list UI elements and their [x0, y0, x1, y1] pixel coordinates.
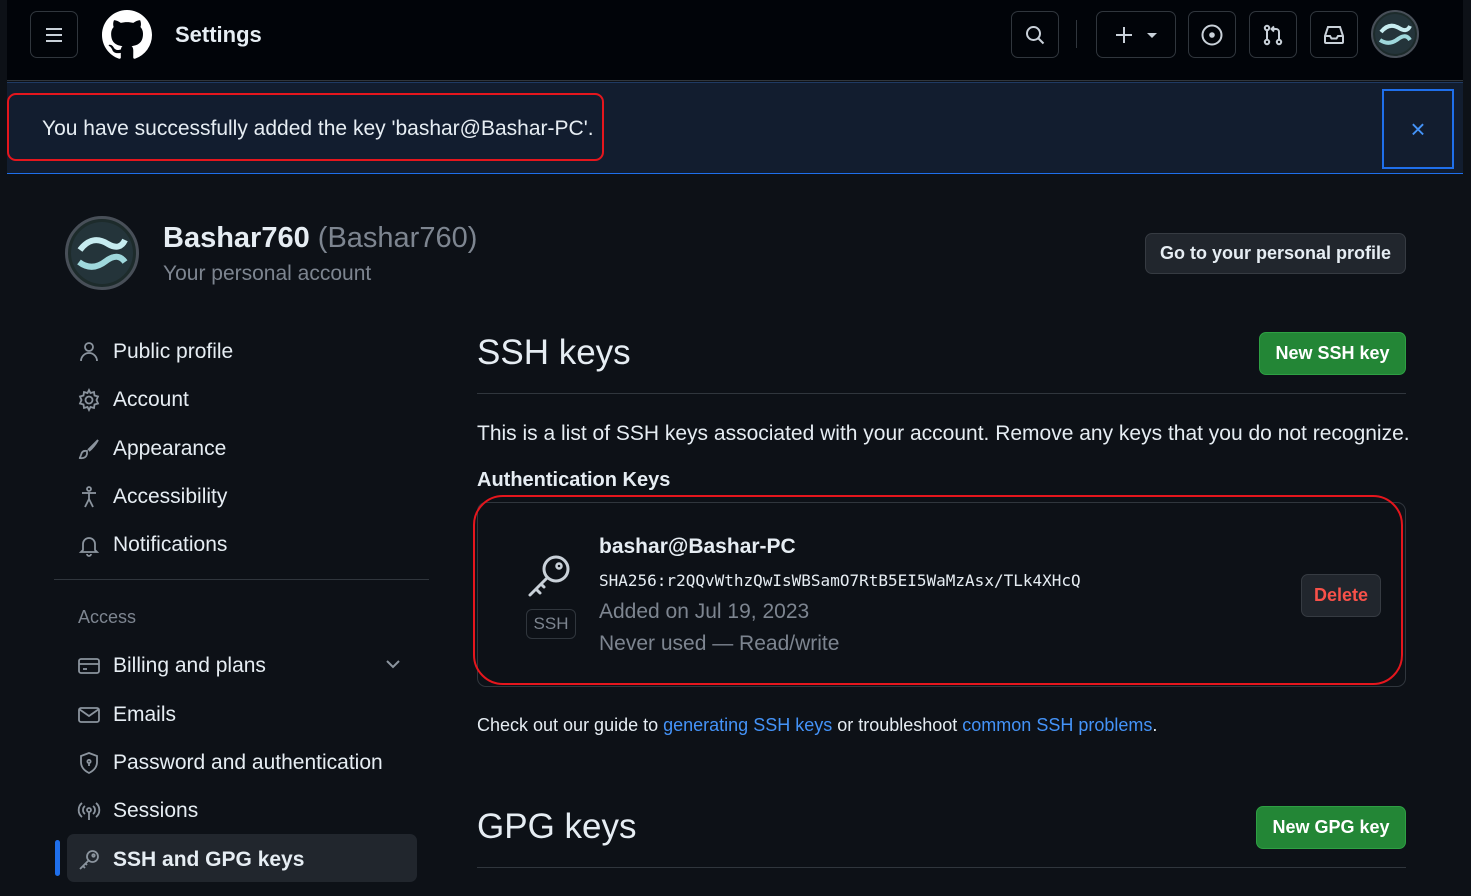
sidebar-item-label: Account: [113, 388, 189, 411]
person-icon: [80, 342, 98, 362]
key-title: bashar@Bashar-PC: [599, 535, 796, 558]
issue-opened-icon: [1201, 24, 1223, 45]
sidebar-item-label: Notifications: [113, 533, 228, 556]
guide-prefix: Check out our guide to: [477, 715, 664, 735]
menu-button[interactable]: [30, 11, 78, 58]
accessibility-icon: [82, 486, 96, 508]
sidebar-divider: [54, 579, 429, 580]
triangle-down-icon: [1147, 32, 1157, 38]
personal-profile-button[interactable]: Go to your personal profile: [1145, 233, 1406, 274]
paintbrush-icon: [78, 439, 99, 460]
authentication-keys-heading: Authentication Keys: [477, 469, 671, 491]
sidebar-item-sessions[interactable]: Sessions: [77, 791, 198, 831]
search-icon: [1026, 25, 1045, 44]
common-ssh-problems-link[interactable]: common SSH problems: [962, 715, 1152, 735]
success-flash: You have successfully added the key 'bas…: [7, 82, 1463, 174]
gpg-heading-divider: [477, 867, 1406, 868]
ssh-heading-divider: [477, 393, 1406, 394]
key-icon: [79, 850, 99, 870]
sidebar-item-label: Billing and plans: [113, 654, 266, 677]
ssh-description: This is a list of SSH keys associated wi…: [477, 422, 1410, 445]
gpg-keys-heading: GPG keys: [477, 807, 637, 846]
sidebar-item-accessibility[interactable]: Accessibility: [77, 477, 227, 517]
guide-suffix: .: [1152, 715, 1158, 735]
pull-requests-button[interactable]: [1249, 11, 1297, 58]
new-ssh-key-button[interactable]: New SSH key: [1259, 332, 1406, 375]
page-title: Settings: [175, 22, 262, 47]
sidebar-item-label: SSH and GPG keys: [113, 848, 305, 871]
inbox-icon: [1324, 25, 1344, 44]
guide-middle: or troubleshoot: [832, 715, 963, 735]
sidebar-item-emails[interactable]: Emails: [77, 695, 176, 735]
ssh-guide-text: Check out our guide to generating SSH ke…: [477, 715, 1157, 736]
account-name: Bashar760 (Bashar760): [163, 222, 477, 255]
flash-message: You have successfully added the key 'bas…: [42, 117, 594, 140]
header-divider: [1076, 20, 1077, 48]
issues-button[interactable]: [1188, 11, 1236, 58]
sidebar-item-password[interactable]: Password and authentication: [77, 743, 383, 783]
account-avatar: [65, 216, 139, 290]
key-type-label: SSH: [526, 609, 576, 639]
chevron-down-icon[interactable]: [383, 654, 403, 674]
github-logo[interactable]: [102, 10, 152, 60]
account-username: Bashar760: [163, 222, 310, 254]
plus-icon: [1116, 26, 1132, 43]
bell-icon: [78, 537, 100, 557]
shield-lock-icon: [80, 752, 98, 775]
top-header: Settings: [7, 0, 1463, 81]
sidebar-heading-access: Access: [78, 607, 137, 627]
sidebar-item-appearance[interactable]: Appearance: [77, 429, 226, 469]
sidebar-item-label: Sessions: [113, 799, 199, 822]
key-highlight: [473, 495, 1403, 685]
gear-icon: [78, 388, 100, 412]
key-usage: Never used — Read/write: [599, 632, 840, 655]
account-handle: (Bashar760): [317, 222, 478, 254]
sidebar-item-account[interactable]: Account: [77, 380, 189, 420]
mail-icon: [78, 707, 100, 723]
sidebar-item-label: Public profile: [113, 340, 234, 363]
sidebar-item-label: Password and authentication: [113, 751, 383, 774]
new-gpg-key-button[interactable]: New GPG key: [1256, 806, 1406, 849]
create-new-button[interactable]: [1096, 11, 1176, 58]
sidebar-item-public-profile[interactable]: Public profile: [77, 332, 233, 372]
broadcast-icon: [77, 802, 101, 820]
sidebar-item-billing[interactable]: Billing and plans: [77, 646, 266, 686]
account-subtitle: Your personal account: [163, 262, 372, 285]
credit-card-icon: [78, 658, 100, 674]
close-icon: ×: [1410, 113, 1426, 144]
avatar-image: [1375, 14, 1415, 54]
inbox-button[interactable]: [1310, 11, 1358, 58]
key-added-date: Added on Jul 19, 2023: [599, 600, 810, 623]
sidebar-item-label: Emails: [113, 703, 177, 726]
key-fingerprint: SHA256:r2QQvWthzQwIsWBSamO7RtB5EI5WaMzAs…: [599, 571, 1081, 590]
delete-key-button[interactable]: Delete: [1301, 574, 1381, 617]
search-button[interactable]: [1011, 11, 1059, 58]
user-avatar-button[interactable]: [1371, 10, 1419, 58]
sidebar-active-indicator: [55, 840, 60, 876]
page: Settings You have successfully added the…: [7, 0, 1463, 896]
sidebar-item-label: Accessibility: [113, 485, 228, 508]
sidebar-item-notifications[interactable]: Notifications: [77, 525, 227, 565]
key-icon: [528, 555, 570, 597]
generating-ssh-keys-link[interactable]: generating SSH keys: [663, 715, 832, 735]
sidebar-item-ssh-gpg-keys[interactable]: SSH and GPG keys: [77, 840, 304, 880]
ssh-keys-heading: SSH keys: [477, 333, 631, 372]
menu-icon: [46, 27, 62, 42]
flash-close-button[interactable]: ×: [1382, 89, 1454, 169]
pull-request-icon: [1263, 24, 1283, 45]
sidebar-item-label: Appearance: [113, 437, 227, 460]
